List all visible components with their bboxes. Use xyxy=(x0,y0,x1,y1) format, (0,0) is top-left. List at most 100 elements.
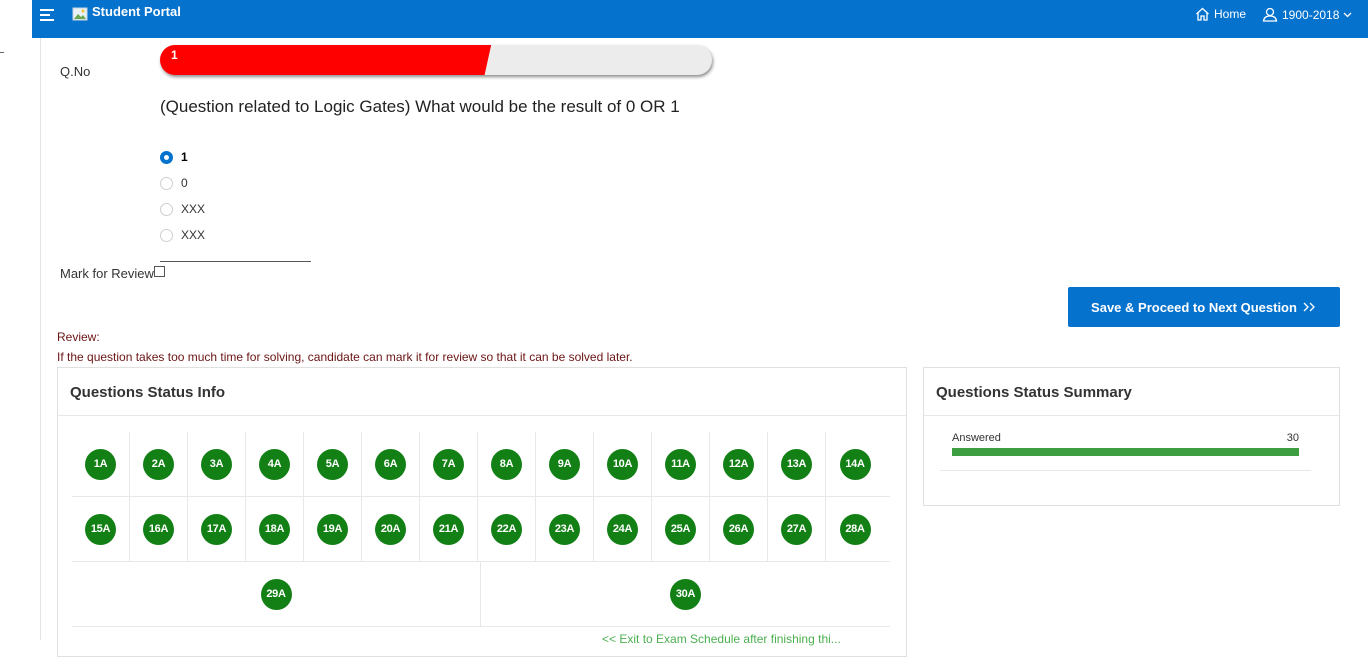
question-status-badge[interactable]: 27A xyxy=(781,513,812,545)
question-status-badge[interactable]: 1A xyxy=(85,448,116,480)
status-cell: 9A xyxy=(536,432,594,496)
status-cell: 18A xyxy=(246,497,304,561)
status-cell: 28A xyxy=(826,497,884,561)
status-cell: 23A xyxy=(536,497,594,561)
status-cell: 29A xyxy=(72,562,481,626)
status-cell: 5A xyxy=(304,432,362,496)
radio-button[interactable] xyxy=(160,202,173,216)
status-cell: 6A xyxy=(362,432,420,496)
summary-value: 30 xyxy=(1286,432,1299,444)
status-cell: 30A xyxy=(481,562,890,626)
rail-tick xyxy=(0,52,4,53)
qno-label: Q.No xyxy=(60,64,91,79)
mark-for-review-label: Mark for Review xyxy=(60,266,154,281)
question-text: (Question related to Logic Gates) What w… xyxy=(160,97,680,116)
broken-image-icon xyxy=(72,7,88,21)
question-status-badge[interactable]: 3A xyxy=(201,448,232,480)
status-cell: 19A xyxy=(304,497,362,561)
panel-title: Questions Status Info xyxy=(58,368,906,416)
question-status-badge[interactable]: 6A xyxy=(375,448,406,480)
status-cell: 11A xyxy=(652,432,710,496)
question-progress-bar: 1 xyxy=(160,45,712,75)
question-status-badge[interactable]: 20A xyxy=(375,513,406,545)
content-border xyxy=(40,38,41,640)
question-status-badge[interactable]: 30A xyxy=(670,578,701,610)
save-proceed-button[interactable]: Save & Proceed to Next Question xyxy=(1068,287,1340,327)
status-cell: 15A xyxy=(72,497,130,561)
question-status-badge[interactable]: 10A xyxy=(607,448,638,480)
option-label: 1 xyxy=(181,150,188,164)
status-row: 29A 30A xyxy=(72,562,890,627)
divider xyxy=(160,261,311,262)
status-cell: 10A xyxy=(594,432,652,496)
status-cell: 24A xyxy=(594,497,652,561)
question-status-badge[interactable]: 28A xyxy=(839,513,871,545)
home-link[interactable]: Home xyxy=(1195,7,1246,21)
answer-option[interactable]: 1 xyxy=(160,144,205,170)
question-status-badge[interactable]: 13A xyxy=(781,448,812,480)
radio-button[interactable] xyxy=(160,150,173,164)
question-status-badge[interactable]: 24A xyxy=(607,513,638,545)
question-status-badge[interactable]: 7A xyxy=(433,448,464,480)
user-label: 1900-2018 xyxy=(1282,7,1340,22)
question-status-badge[interactable]: 23A xyxy=(549,513,580,545)
question-status-grid: 1A 2A 3A 4A 5A 6A 7A 8A 9A 10A 11A 12A 13A 14A 15A 16A 1… xyxy=(72,432,890,627)
status-row: 15A 16A 17A 18A 19A 20A 21A 22A 23A 24A 25A 26A 27A 2… xyxy=(72,497,890,562)
status-cell: 16A xyxy=(130,497,188,561)
questions-status-summary-panel: Questions Status Summary Answered 30 xyxy=(923,367,1340,506)
status-cell: 26A xyxy=(710,497,768,561)
question-status-badge[interactable]: 26A xyxy=(723,513,754,545)
status-cell: 2A xyxy=(130,432,188,496)
question-status-badge[interactable]: 5A xyxy=(317,448,348,480)
status-cell: 4A xyxy=(246,432,304,496)
questions-status-info-panel: Questions Status Info 1A 2A 3A 4A 5A 6A 7A 8A 9A… xyxy=(57,367,907,657)
question-status-badge[interactable]: 11A xyxy=(665,448,696,480)
answer-options: 1 0 XXX XXX xyxy=(160,144,205,248)
status-cell: 21A xyxy=(420,497,478,561)
question-status-badge[interactable]: 8A xyxy=(491,448,522,480)
status-cell: 7A xyxy=(420,432,478,496)
question-status-badge[interactable]: 19A xyxy=(317,513,348,545)
question-status-badge[interactable]: 21A xyxy=(433,513,464,545)
question-status-badge[interactable]: 12A xyxy=(723,448,754,480)
question-status-badge[interactable]: 25A xyxy=(665,513,696,545)
home-label: Home xyxy=(1214,7,1247,21)
progress-fill xyxy=(160,45,492,75)
save-proceed-label: Save & Proceed to Next Question xyxy=(1091,299,1297,315)
question-status-badge[interactable]: 2A xyxy=(143,448,174,480)
status-cell: 1A xyxy=(72,432,130,496)
question-status-badge[interactable]: 16A xyxy=(143,513,174,545)
status-cell: 3A xyxy=(188,432,246,496)
home-icon xyxy=(1196,7,1209,21)
question-status-badge[interactable]: 14A xyxy=(839,448,871,480)
status-cell: 27A xyxy=(768,497,826,561)
question-status-badge[interactable]: 22A xyxy=(491,513,522,545)
mark-for-review: Mark for Review xyxy=(60,266,165,281)
answer-option[interactable]: 0 xyxy=(160,170,205,196)
summary-progress-fill xyxy=(952,448,1299,456)
option-label: XXX xyxy=(181,202,206,216)
question-status-badge[interactable]: 17A xyxy=(201,513,232,545)
question-status-badge[interactable]: 15A xyxy=(85,513,116,545)
answer-option[interactable]: XXX xyxy=(160,196,205,222)
mark-for-review-checkbox[interactable] xyxy=(153,266,165,277)
option-label: XXX xyxy=(181,228,206,242)
top-navbar: Student Portal Home 1900-2018 xyxy=(32,0,1368,38)
hamburger-menu-icon[interactable] xyxy=(40,7,56,21)
radio-button[interactable] xyxy=(160,228,173,242)
status-cell: 13A xyxy=(768,432,826,496)
review-title: Review: xyxy=(57,330,100,344)
status-row: 1A 2A 3A 4A 5A 6A 7A 8A 9A 10A 11A 12A 13A 14A xyxy=(72,432,890,497)
question-status-badge[interactable]: 9A xyxy=(549,448,580,480)
status-cell: 25A xyxy=(652,497,710,561)
question-status-badge[interactable]: 29A xyxy=(260,578,292,610)
status-cell: 12A xyxy=(710,432,768,496)
user-menu[interactable]: 1900-2018 xyxy=(1262,7,1352,22)
question-status-badge[interactable]: 4A xyxy=(259,448,290,480)
answer-option[interactable]: XXX xyxy=(160,222,205,248)
app-title[interactable]: Student Portal xyxy=(92,4,181,19)
exit-link[interactable]: << Exit to Exam Schedule after finishing… xyxy=(602,632,841,646)
question-status-badge[interactable]: 18A xyxy=(259,513,290,545)
status-cell: 14A xyxy=(826,432,884,496)
radio-button[interactable] xyxy=(160,176,173,190)
